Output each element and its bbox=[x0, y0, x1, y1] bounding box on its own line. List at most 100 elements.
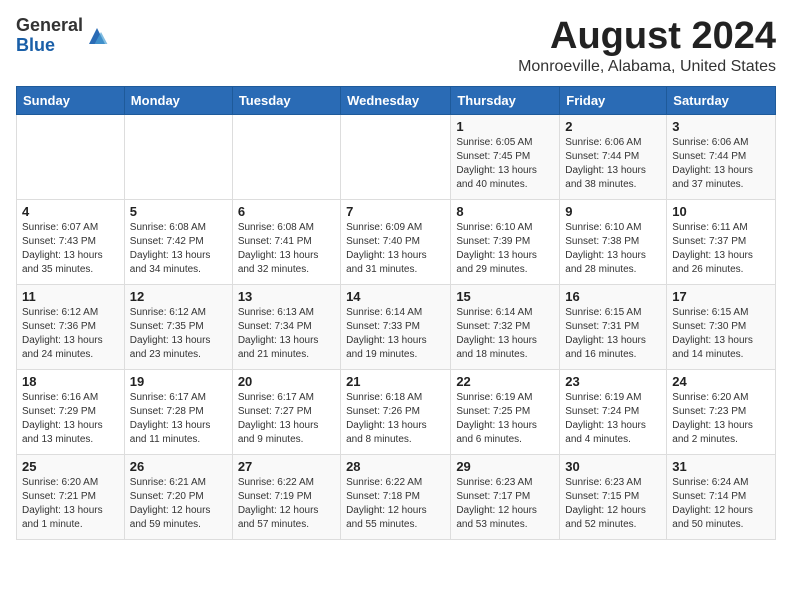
day-info: Sunrise: 6:18 AM Sunset: 7:26 PM Dayligh… bbox=[346, 391, 445, 447]
day-info: Sunrise: 6:13 AM Sunset: 7:34 PM Dayligh… bbox=[238, 306, 335, 362]
location-subtitle: Monroeville, Alabama, United States bbox=[518, 58, 776, 76]
day-number: 29 bbox=[456, 459, 554, 474]
calendar-cell: 17 Sunrise: 6:15 AM Sunset: 7:30 PM Dayli… bbox=[667, 284, 776, 369]
calendar-cell: 15 Sunrise: 6:14 AM Sunset: 7:32 PM Dayli… bbox=[451, 284, 560, 369]
day-number: 30 bbox=[565, 459, 661, 474]
day-info: Sunrise: 6:15 AM Sunset: 7:31 PM Dayligh… bbox=[565, 306, 661, 362]
day-number: 15 bbox=[456, 289, 554, 304]
day-info: Sunrise: 6:22 AM Sunset: 7:19 PM Dayligh… bbox=[238, 476, 335, 532]
day-info: Sunrise: 6:17 AM Sunset: 7:28 PM Dayligh… bbox=[130, 391, 227, 447]
calendar-cell: 12Sunrise: 6:12 AM Sunset: 7:35 PM Dayli… bbox=[124, 284, 232, 369]
day-number: 18 bbox=[22, 374, 119, 389]
day-number: 24 bbox=[672, 374, 770, 389]
day-info: Sunrise: 6:08 AM Sunset: 7:42 PM Dayligh… bbox=[130, 221, 227, 277]
calendar-cell: 27 Sunrise: 6:22 AM Sunset: 7:19 PM Dayli… bbox=[232, 454, 340, 539]
day-info: Sunrise: 6:16 AM Sunset: 7:29 PM Dayligh… bbox=[22, 391, 119, 447]
week-row-1: 1 Sunrise: 6:05 AM Sunset: 7:45 PM Daylig… bbox=[17, 114, 776, 199]
calendar-cell: 8 Sunrise: 6:10 AM Sunset: 7:39 PM Daylig… bbox=[451, 199, 560, 284]
day-info: Sunrise: 6:23 AM Sunset: 7:15 PM Dayligh… bbox=[565, 476, 661, 532]
day-number: 7 bbox=[346, 204, 445, 219]
day-info: Sunrise: 6:06 AM Sunset: 7:44 PM Dayligh… bbox=[565, 136, 661, 192]
day-info: Sunrise: 6:19 AM Sunset: 7:25 PM Dayligh… bbox=[456, 391, 554, 447]
calendar-cell: 26 Sunrise: 6:21 AM Sunset: 7:20 PM Dayli… bbox=[124, 454, 232, 539]
day-info: Sunrise: 6:09 AM Sunset: 7:40 PM Dayligh… bbox=[346, 221, 445, 277]
week-row-5: 25Sunrise: 6:20 AM Sunset: 7:21 PM Dayli… bbox=[17, 454, 776, 539]
day-info: Sunrise: 6:24 AM Sunset: 7:14 PM Dayligh… bbox=[672, 476, 770, 532]
header-sunday: Sunday bbox=[17, 86, 125, 114]
calendar-cell: 11Sunrise: 6:12 AM Sunset: 7:36 PM Dayli… bbox=[17, 284, 125, 369]
day-number: 19 bbox=[130, 374, 227, 389]
logo-icon bbox=[85, 24, 109, 48]
calendar-cell: 25Sunrise: 6:20 AM Sunset: 7:21 PM Dayli… bbox=[17, 454, 125, 539]
calendar-cell bbox=[232, 114, 340, 199]
day-info: Sunrise: 6:19 AM Sunset: 7:24 PM Dayligh… bbox=[565, 391, 661, 447]
calendar-cell: 20Sunrise: 6:17 AM Sunset: 7:27 PM Dayli… bbox=[232, 369, 340, 454]
calendar-cell: 2 Sunrise: 6:06 AM Sunset: 7:44 PM Daylig… bbox=[560, 114, 667, 199]
day-number: 20 bbox=[238, 374, 335, 389]
days-header-row: Sunday Monday Tuesday Wednesday Thursday… bbox=[17, 86, 776, 114]
week-row-2: 4 Sunrise: 6:07 AM Sunset: 7:43 PM Daylig… bbox=[17, 199, 776, 284]
calendar-cell: 5 Sunrise: 6:08 AM Sunset: 7:42 PM Daylig… bbox=[124, 199, 232, 284]
day-number: 23 bbox=[565, 374, 661, 389]
calendar-cell: 21Sunrise: 6:18 AM Sunset: 7:26 PM Dayli… bbox=[341, 369, 451, 454]
day-number: 5 bbox=[130, 204, 227, 219]
day-info: Sunrise: 6:15 AM Sunset: 7:30 PM Dayligh… bbox=[672, 306, 770, 362]
calendar-cell: 30 Sunrise: 6:23 AM Sunset: 7:15 PM Dayli… bbox=[560, 454, 667, 539]
day-number: 13 bbox=[238, 289, 335, 304]
day-info: Sunrise: 6:20 AM Sunset: 7:23 PM Dayligh… bbox=[672, 391, 770, 447]
day-number: 2 bbox=[565, 119, 661, 134]
calendar-cell: 6 Sunrise: 6:08 AM Sunset: 7:41 PM Daylig… bbox=[232, 199, 340, 284]
day-number: 4 bbox=[22, 204, 119, 219]
calendar-cell: 4 Sunrise: 6:07 AM Sunset: 7:43 PM Daylig… bbox=[17, 199, 125, 284]
calendar-cell: 22 Sunrise: 6:19 AM Sunset: 7:25 PM Dayli… bbox=[451, 369, 560, 454]
day-info: Sunrise: 6:07 AM Sunset: 7:43 PM Dayligh… bbox=[22, 221, 119, 277]
day-number: 1 bbox=[456, 119, 554, 134]
title-section: August 2024 Monroeville, Alabama, United… bbox=[518, 16, 776, 76]
day-info: Sunrise: 6:06 AM Sunset: 7:44 PM Dayligh… bbox=[672, 136, 770, 192]
day-info: Sunrise: 6:20 AM Sunset: 7:21 PM Dayligh… bbox=[22, 476, 119, 532]
day-number: 28 bbox=[346, 459, 445, 474]
day-number: 26 bbox=[130, 459, 227, 474]
calendar-cell bbox=[17, 114, 125, 199]
page-header: General Blue August 2024 Monroeville, Al… bbox=[16, 16, 776, 76]
week-row-4: 18 Sunrise: 6:16 AM Sunset: 7:29 PM Dayli… bbox=[17, 369, 776, 454]
calendar-cell: 29Sunrise: 6:23 AM Sunset: 7:17 PM Dayli… bbox=[451, 454, 560, 539]
calendar-cell: 10Sunrise: 6:11 AM Sunset: 7:37 PM Dayli… bbox=[667, 199, 776, 284]
header-friday: Friday bbox=[560, 86, 667, 114]
header-tuesday: Tuesday bbox=[232, 86, 340, 114]
calendar-cell: 19 Sunrise: 6:17 AM Sunset: 7:28 PM Dayli… bbox=[124, 369, 232, 454]
logo-line1: General bbox=[16, 16, 83, 36]
day-info: Sunrise: 6:08 AM Sunset: 7:41 PM Dayligh… bbox=[238, 221, 335, 277]
month-year-title: August 2024 bbox=[518, 16, 776, 58]
day-info: Sunrise: 6:14 AM Sunset: 7:33 PM Dayligh… bbox=[346, 306, 445, 362]
header-monday: Monday bbox=[124, 86, 232, 114]
calendar-cell bbox=[124, 114, 232, 199]
day-info: Sunrise: 6:22 AM Sunset: 7:18 PM Dayligh… bbox=[346, 476, 445, 532]
day-info: Sunrise: 6:21 AM Sunset: 7:20 PM Dayligh… bbox=[130, 476, 227, 532]
day-number: 6 bbox=[238, 204, 335, 219]
calendar-cell: 18 Sunrise: 6:16 AM Sunset: 7:29 PM Dayli… bbox=[17, 369, 125, 454]
day-number: 27 bbox=[238, 459, 335, 474]
calendar-cell: 14 Sunrise: 6:14 AM Sunset: 7:33 PM Dayli… bbox=[341, 284, 451, 369]
calendar-cell: 23 Sunrise: 6:19 AM Sunset: 7:24 PM Dayli… bbox=[560, 369, 667, 454]
day-number: 14 bbox=[346, 289, 445, 304]
day-number: 3 bbox=[672, 119, 770, 134]
calendar-table: Sunday Monday Tuesday Wednesday Thursday… bbox=[16, 86, 776, 540]
day-info: Sunrise: 6:14 AM Sunset: 7:32 PM Dayligh… bbox=[456, 306, 554, 362]
day-number: 22 bbox=[456, 374, 554, 389]
day-info: Sunrise: 6:10 AM Sunset: 7:38 PM Dayligh… bbox=[565, 221, 661, 277]
calendar-cell: 13 Sunrise: 6:13 AM Sunset: 7:34 PM Dayli… bbox=[232, 284, 340, 369]
day-info: Sunrise: 6:11 AM Sunset: 7:37 PM Dayligh… bbox=[672, 221, 770, 277]
header-saturday: Saturday bbox=[667, 86, 776, 114]
day-info: Sunrise: 6:10 AM Sunset: 7:39 PM Dayligh… bbox=[456, 221, 554, 277]
day-number: 12 bbox=[130, 289, 227, 304]
week-row-3: 11Sunrise: 6:12 AM Sunset: 7:36 PM Dayli… bbox=[17, 284, 776, 369]
day-number: 8 bbox=[456, 204, 554, 219]
day-number: 11 bbox=[22, 289, 119, 304]
day-number: 17 bbox=[672, 289, 770, 304]
calendar-cell: 24 Sunrise: 6:20 AM Sunset: 7:23 PM Dayli… bbox=[667, 369, 776, 454]
header-wednesday: Wednesday bbox=[341, 86, 451, 114]
day-info: Sunrise: 6:05 AM Sunset: 7:45 PM Dayligh… bbox=[456, 136, 554, 192]
calendar-cell: 16Sunrise: 6:15 AM Sunset: 7:31 PM Dayli… bbox=[560, 284, 667, 369]
calendar-cell: 7 Sunrise: 6:09 AM Sunset: 7:40 PM Daylig… bbox=[341, 199, 451, 284]
